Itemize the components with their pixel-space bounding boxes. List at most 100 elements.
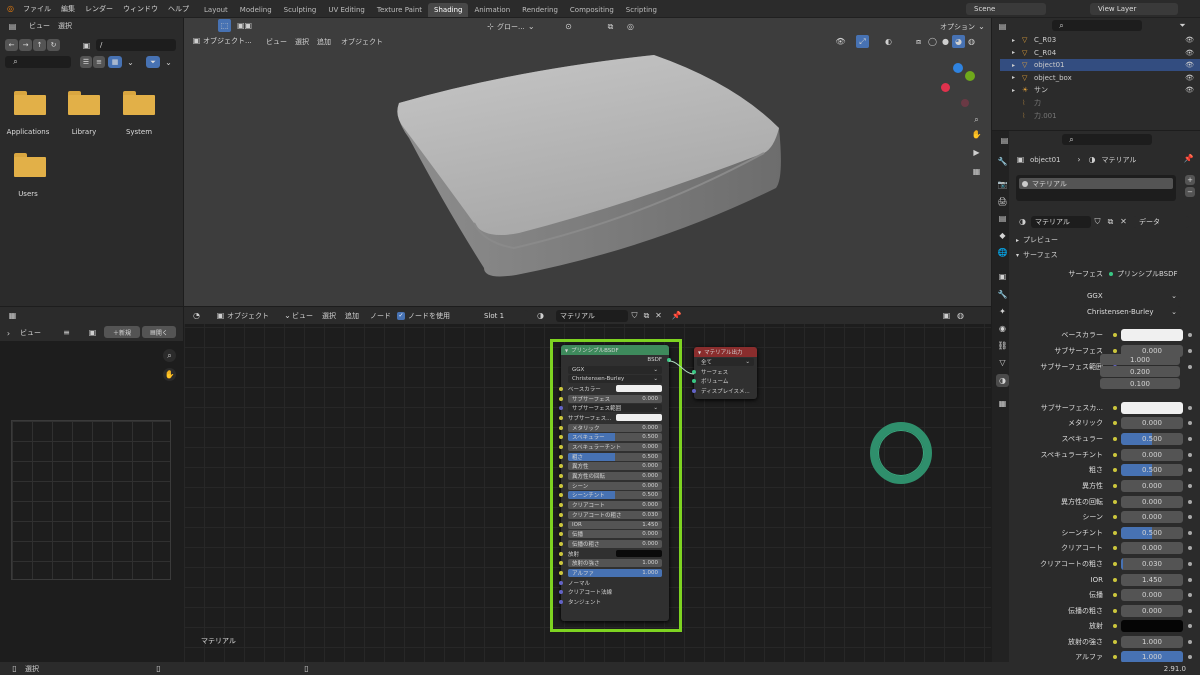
socket-dot-icon[interactable] (1113, 530, 1117, 535)
socket-dot-icon[interactable] (1113, 348, 1117, 353)
modifier-tab-icon[interactable]: 🔧 (996, 288, 1009, 301)
input-socket[interactable] (559, 570, 563, 575)
filter-icon[interactable]: ⏷ (1176, 19, 1189, 32)
node-value-slider[interactable]: 粗さ 0.500 (568, 452, 662, 461)
eye-visibility-icon[interactable]: 👁 (1185, 36, 1194, 44)
cushion-object[interactable] (184, 18, 991, 306)
input-socket[interactable] (559, 425, 563, 430)
tab-scripting[interactable]: Scripting (620, 3, 663, 17)
keyframe-dot-icon[interactable] (1188, 467, 1192, 472)
zoom-icon[interactable]: ⌕ (163, 349, 176, 362)
3d-viewport[interactable]: ⬚ ▣▣ ⊹ グロー... ⌄ ⊙ ⧉ ◎ オプション ⌄ ▣ オブジェクト...… (184, 18, 991, 306)
property-value-field[interactable]: 1.000 (1121, 635, 1183, 648)
perspective-grid-icon[interactable]: ▦ (970, 165, 983, 178)
scene-tab-icon[interactable]: ◆ (996, 229, 1009, 242)
texture-tab-icon[interactable]: ▦ (996, 397, 1009, 410)
duplicate-icon[interactable]: ⧉ (1104, 215, 1117, 228)
material-output-node[interactable]: ▼ マテリアル出力 全て ⌄ サーフェス ボリューム ディスプレイスメ... (692, 347, 757, 399)
tab-layout[interactable]: Layout (198, 3, 234, 17)
property-value-field[interactable]: 0.000 (1121, 510, 1183, 523)
expand-arrow-icon[interactable]: ▸ (1012, 87, 1022, 94)
view-layer-selector[interactable]: View Layer (1090, 3, 1178, 15)
material-slot-list[interactable]: マテリアル (1016, 175, 1176, 201)
socket-dot-icon[interactable] (1113, 608, 1117, 613)
color-swatch[interactable] (616, 550, 662, 558)
outliner-row[interactable]: ▸ ▽ C_R03 👁 (1000, 34, 1200, 46)
remove-slot-button[interactable]: − (1185, 187, 1195, 197)
property-value-field[interactable]: 0.000 (1121, 541, 1183, 554)
section-preview[interactable]: ▸ プレビュー (1016, 235, 1058, 245)
hamburger-icon[interactable]: ≡ (60, 326, 73, 339)
keyframe-dot-icon[interactable] (1188, 436, 1192, 441)
input-socket[interactable] (559, 386, 563, 391)
world-tab-icon[interactable]: 🌐 (996, 246, 1009, 259)
node-value-slider[interactable]: スペキュラー 0.500 (568, 433, 662, 442)
constraints-tab-icon[interactable]: ⛓ (996, 339, 1009, 352)
fb-menu-select[interactable]: 選択 (58, 21, 72, 31)
property-value-field[interactable]: 0.500 (1121, 463, 1183, 476)
material-tab-icon[interactable]: ◑ (996, 374, 1009, 387)
file-search-input[interactable]: ⌕ (5, 56, 71, 68)
property-value-field[interactable]: 0.500 (1121, 432, 1183, 445)
property-value-field[interactable] (1121, 401, 1183, 414)
input-socket[interactable] (559, 580, 563, 585)
keyframe-dot-icon[interactable] (1188, 514, 1192, 519)
eye-visibility-icon[interactable]: 👁 (1185, 49, 1194, 57)
keyframe-dot-icon[interactable] (1188, 332, 1192, 337)
outliner-row[interactable]: ▸ ▽ object01 👁 (1000, 59, 1200, 72)
input-socket[interactable] (559, 445, 563, 450)
keyframe-dot-icon[interactable] (1188, 348, 1192, 353)
socket-dot-icon[interactable] (1113, 436, 1117, 441)
open-image-button[interactable]: ▤ 開く (142, 326, 176, 338)
keyframe-dot-icon[interactable] (1188, 452, 1192, 457)
node-value-slider[interactable]: 放射の強さ 1.000 (568, 559, 662, 568)
use-nodes-checkbox[interactable]: ✓ ノードを使用 (397, 311, 450, 321)
output-tab-icon[interactable]: 🖨 (996, 195, 1009, 208)
node-value-slider[interactable]: 異方性 0.000 (568, 462, 662, 471)
property-value-field[interactable]: 0.030 (1121, 557, 1183, 570)
pan-hand-icon[interactable]: ✋ (163, 368, 176, 381)
keyframe-dot-icon[interactable] (1188, 483, 1192, 488)
keyframe-dot-icon[interactable] (1188, 364, 1192, 369)
property-value-field[interactable] (1121, 328, 1183, 341)
node-value-slider[interactable]: 異方性の回転 0.000 (568, 472, 662, 481)
navigation-gizmo[interactable] (939, 63, 984, 113)
keyframe-dot-icon[interactable] (1188, 545, 1192, 550)
camera-icon[interactable]: ▶ (970, 146, 983, 159)
outliner-row[interactable]: ▸ ▽ C_R04 👁 (1000, 47, 1200, 59)
socket-dot-icon[interactable] (1113, 623, 1117, 628)
eye-visibility-icon[interactable]: 👁 (1185, 74, 1194, 82)
pin-icon[interactable]: 📌 (670, 309, 683, 322)
filter-icon[interactable]: ⏷ (146, 56, 160, 68)
output-socket[interactable] (667, 357, 671, 362)
material-browse-icon[interactable]: ◑ (1016, 215, 1029, 228)
object-tab-icon[interactable]: ▣ (996, 270, 1009, 283)
input-socket[interactable] (559, 600, 563, 605)
socket-dot-icon[interactable] (1113, 420, 1117, 425)
socket-dot-icon[interactable] (1113, 499, 1117, 504)
menu-edit[interactable]: 編集 (61, 4, 75, 14)
input-socket[interactable] (559, 396, 563, 401)
tab-uv-editing[interactable]: UV Editing (322, 3, 371, 17)
sss-radius-field[interactable]: 1.000 (1100, 354, 1180, 365)
tool-tab-icon[interactable]: 🔧 (996, 155, 1009, 168)
outliner-row[interactable]: ⌇ 力.001 (1000, 110, 1200, 122)
property-value-field[interactable]: 0.000 (1121, 448, 1183, 461)
outliner-search-input[interactable]: ⌕ (1052, 20, 1142, 31)
forward-icon[interactable]: → (19, 39, 32, 51)
material-slot-item[interactable]: マテリアル (1019, 178, 1173, 189)
tab-texture-paint[interactable]: Texture Paint (371, 3, 428, 17)
snap-icon[interactable]: ◍ (954, 309, 967, 322)
unlink-icon[interactable]: ✕ (652, 309, 665, 322)
keyframe-dot-icon[interactable] (1188, 639, 1192, 644)
keyframe-dot-icon[interactable] (1188, 654, 1192, 659)
refresh-icon[interactable]: ↻ (47, 39, 60, 51)
input-socket[interactable] (559, 532, 563, 537)
render-tab-icon[interactable]: 📷 (996, 178, 1009, 191)
editor-type-icon[interactable]: ▤ (996, 20, 1009, 33)
link-data-dropdown[interactable]: データ (1133, 215, 1189, 228)
unlink-icon[interactable]: ✕ (1117, 215, 1130, 228)
outliner-row[interactable]: ▸ ▽ object_box 👁 (1000, 72, 1200, 84)
tab-animation[interactable]: Animation (468, 3, 516, 17)
node-field[interactable]: サブサーフェス範囲 ⌄ (568, 404, 662, 413)
